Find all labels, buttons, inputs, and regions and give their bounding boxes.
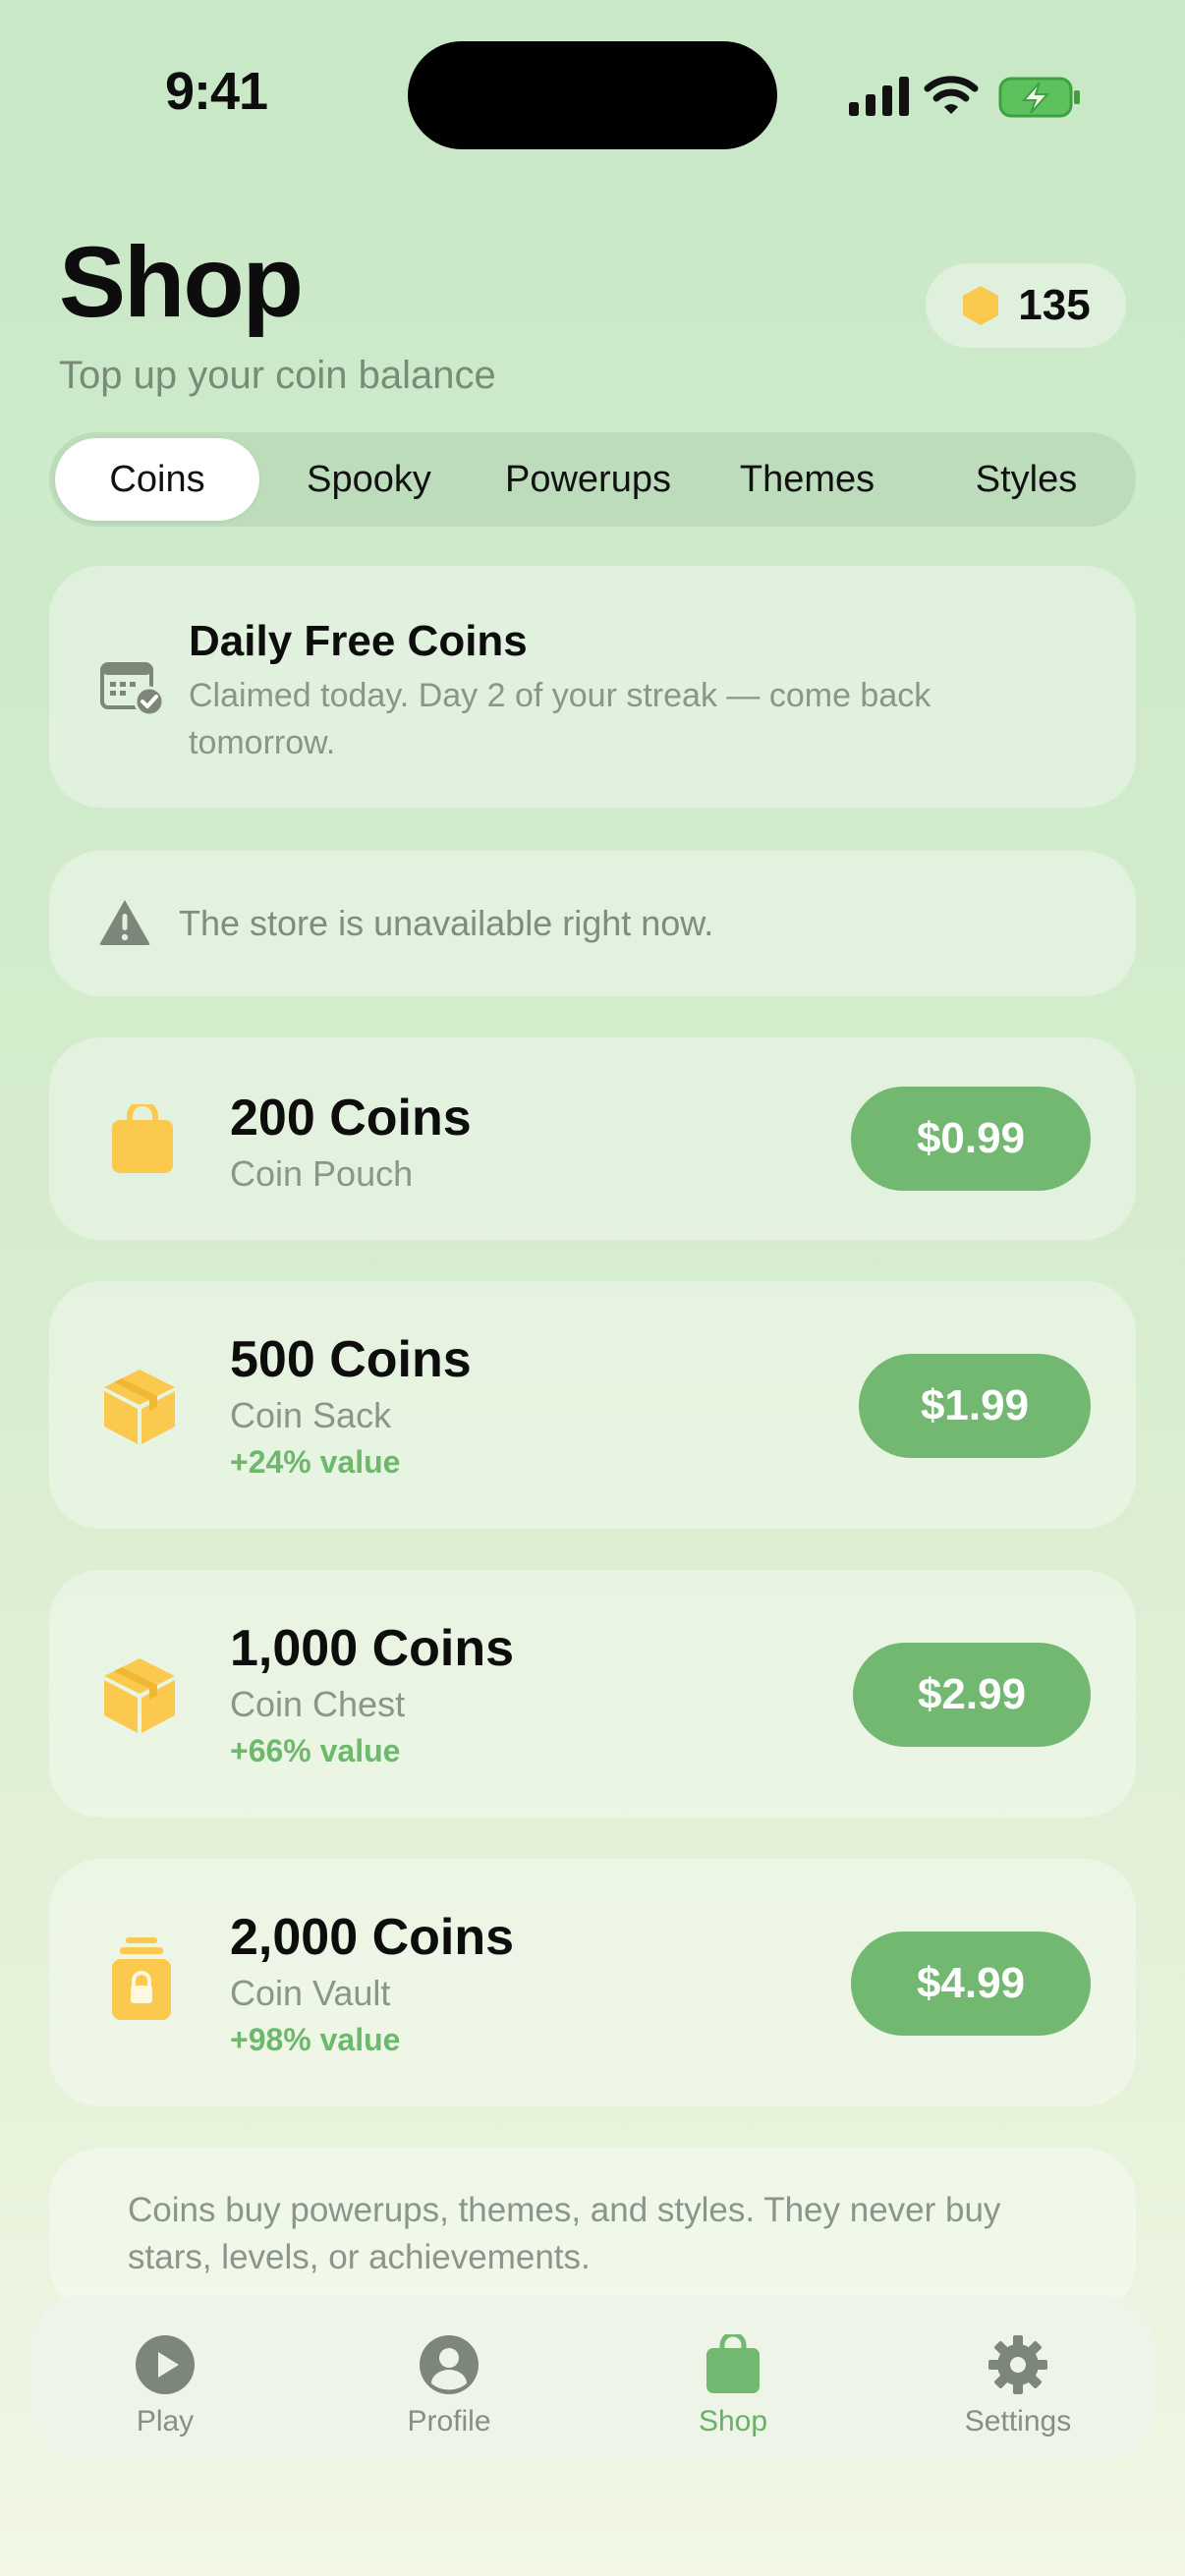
footnote-text: Coins buy powerups, themes, and styles. … bbox=[128, 2191, 1001, 2276]
product-card-500: 500 Coins Coin Sack +24% value $1.99 bbox=[49, 1281, 1136, 1529]
calendar-check-icon bbox=[100, 662, 165, 717]
bag-icon bbox=[706, 2334, 760, 2393]
buy-button-500[interactable]: $1.99 bbox=[859, 1354, 1091, 1458]
status-time: 9:41 bbox=[165, 62, 268, 121]
daily-title: Daily Free Coins bbox=[189, 617, 528, 665]
dynamic-island bbox=[408, 41, 777, 149]
play-icon bbox=[136, 2335, 195, 2394]
wifi-icon bbox=[924, 76, 979, 114]
tabbar-label: Settings bbox=[964, 2405, 1072, 2437]
tab-themes[interactable]: Themes bbox=[698, 438, 917, 521]
tabbar-play[interactable]: Play bbox=[67, 2334, 263, 2438]
daily-description: Claimed today. Day 2 of your streak — co… bbox=[189, 677, 931, 761]
buy-button-1000[interactable]: $2.99 bbox=[853, 1643, 1091, 1747]
tabbar-label: Profile bbox=[407, 2405, 491, 2437]
category-tabs: Coins Spooky Powerups Themes Styles bbox=[49, 432, 1136, 527]
product-name: Coin Chest bbox=[230, 1684, 406, 1724]
tabbar-label: Play bbox=[136, 2405, 195, 2437]
tab-styles[interactable]: Styles bbox=[917, 438, 1136, 521]
store-unavailable-banner: The store is unavailable right now. bbox=[49, 851, 1136, 996]
product-coins: 500 Coins bbox=[230, 1331, 472, 1388]
warning-triangle-icon bbox=[99, 900, 150, 945]
tab-powerups[interactable]: Powerups bbox=[479, 438, 698, 521]
product-card-200: 200 Coins Coin Pouch $0.99 bbox=[49, 1037, 1136, 1240]
coin-icon bbox=[963, 286, 999, 325]
product-coins: 2,000 Coins bbox=[230, 1909, 515, 1966]
lock-icon bbox=[112, 1937, 171, 2020]
buy-button-2000[interactable]: $4.99 bbox=[851, 1932, 1091, 2036]
tab-coins[interactable]: Coins bbox=[55, 438, 259, 521]
product-coins: 1,000 Coins bbox=[230, 1620, 515, 1677]
tab-spooky[interactable]: Spooky bbox=[259, 438, 479, 521]
page-subtitle: Top up your coin balance bbox=[59, 354, 496, 397]
coin-balance-value: 135 bbox=[1018, 281, 1091, 329]
coin-balance-badge: 135 bbox=[926, 263, 1126, 348]
box-icon bbox=[104, 1658, 175, 1733]
product-name: Coin Pouch bbox=[230, 1153, 414, 1194]
product-bonus: +66% value bbox=[230, 1733, 401, 1768]
battery-charging-icon bbox=[998, 77, 1080, 118]
warning-text: The store is unavailable right now. bbox=[179, 903, 714, 943]
product-coins: 200 Coins bbox=[230, 1090, 472, 1147]
bottom-tab-bar: Play Profile Shop Settings bbox=[29, 2295, 1156, 2462]
cellular-signal-icon bbox=[849, 77, 909, 116]
product-card-2000: 2,000 Coins Coin Vault +98% value $4.99 bbox=[49, 1859, 1136, 2106]
product-bonus: +24% value bbox=[230, 1444, 401, 1480]
tabbar-shop[interactable]: Shop bbox=[635, 2334, 831, 2438]
product-name: Coin Vault bbox=[230, 1973, 391, 2013]
box-icon bbox=[104, 1370, 175, 1444]
daily-free-coins-card: Daily Free Coins Claimed today. Day 2 of… bbox=[49, 566, 1136, 808]
gear-icon bbox=[988, 2335, 1047, 2394]
product-card-1000: 1,000 Coins Coin Chest +66% value $2.99 bbox=[49, 1570, 1136, 1818]
product-name: Coin Sack bbox=[230, 1395, 392, 1435]
page-title: Shop bbox=[59, 226, 304, 338]
tabbar-profile[interactable]: Profile bbox=[351, 2334, 547, 2438]
tabbar-settings[interactable]: Settings bbox=[920, 2334, 1116, 2438]
product-bonus: +98% value bbox=[230, 2022, 401, 2057]
tabbar-label: Shop bbox=[698, 2405, 768, 2437]
bag-icon bbox=[112, 1104, 173, 1173]
buy-button-200[interactable]: $0.99 bbox=[851, 1087, 1091, 1191]
person-icon bbox=[420, 2335, 479, 2394]
